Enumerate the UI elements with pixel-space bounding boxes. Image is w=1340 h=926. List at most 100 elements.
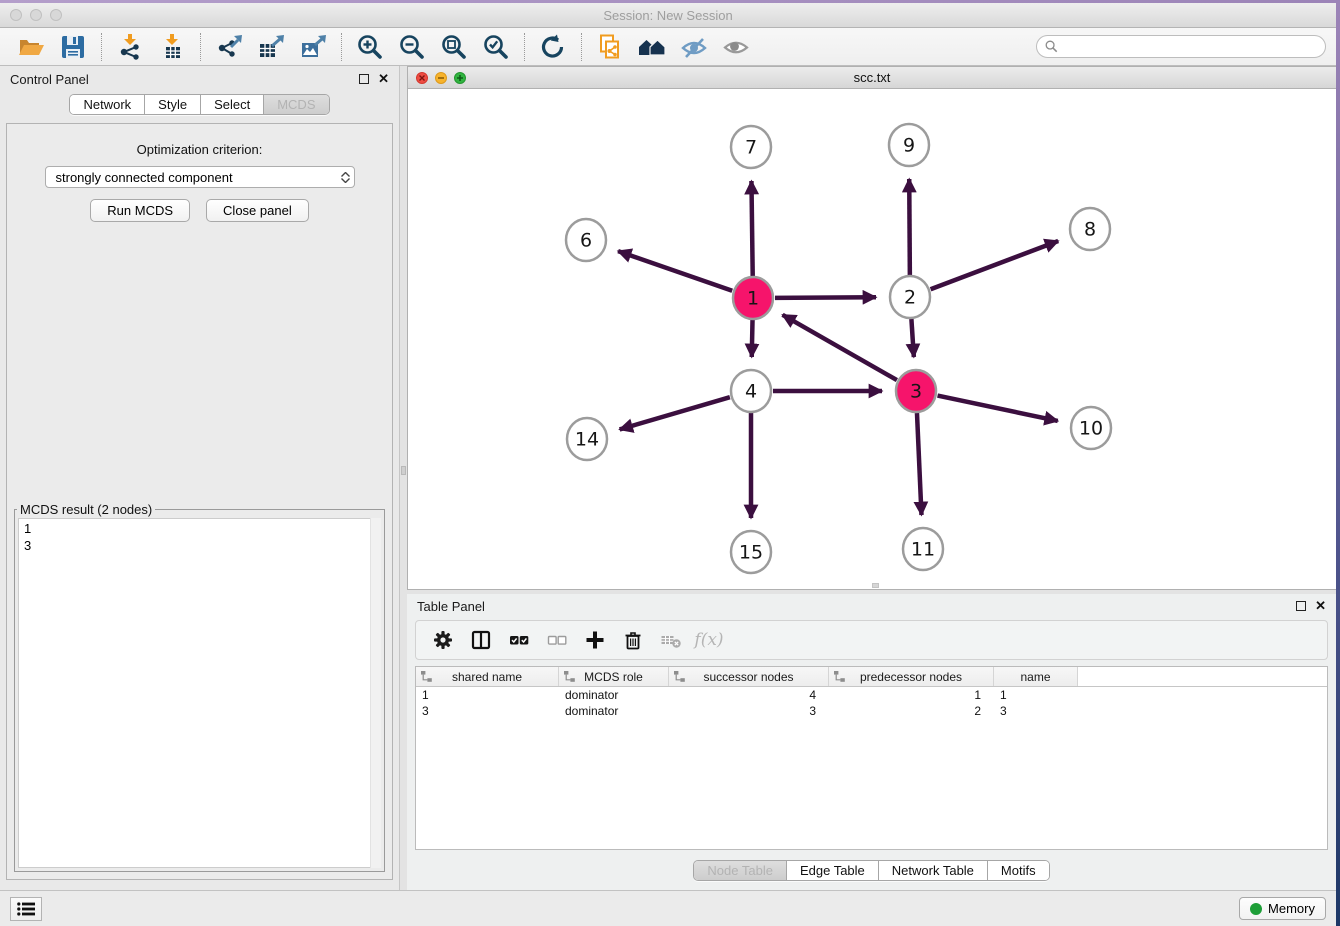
select-all-icon: [508, 629, 530, 651]
export-image-icon: [299, 33, 327, 61]
cell-successor-nodes[interactable]: 4: [669, 687, 829, 703]
canvas-grip[interactable]: [872, 583, 879, 588]
function-builder-button[interactable]: f(x): [690, 624, 728, 656]
float-panel-icon[interactable]: [359, 74, 369, 84]
divider-grip[interactable]: [401, 466, 406, 475]
save-session-button[interactable]: [52, 31, 94, 63]
show-panels-button[interactable]: [715, 31, 757, 63]
tab-mcds[interactable]: MCDS: [263, 95, 328, 114]
export-table-button[interactable]: [250, 31, 292, 63]
desktop-background: Session: New Session: [0, 0, 1340, 926]
tab-style[interactable]: Style: [144, 95, 200, 114]
select-all-button[interactable]: [500, 624, 538, 656]
delete-button[interactable]: [614, 624, 652, 656]
show-columns-button[interactable]: [462, 624, 500, 656]
graph-edge-4-14[interactable]: [620, 397, 730, 429]
tab-select[interactable]: Select: [200, 95, 263, 114]
import-table-button[interactable]: [151, 31, 193, 63]
apply-layout-button[interactable]: [532, 31, 574, 63]
tab-network-table[interactable]: Network Table: [878, 861, 987, 880]
cell-predecessor-nodes[interactable]: 2: [829, 703, 994, 719]
zoom-fit-button[interactable]: [433, 31, 475, 63]
duplicate-network-button[interactable]: [589, 31, 631, 63]
workspace: scc.txt 7968124314101511 Table Panel ✕: [407, 66, 1336, 890]
criterion-value: strongly connected component: [56, 170, 233, 185]
network-canvas[interactable]: 7968124314101511: [408, 89, 1336, 589]
graph-edge-3-10[interactable]: [938, 396, 1058, 421]
control-panel-title: Control Panel: [10, 72, 89, 87]
close-network-icon[interactable]: [416, 72, 428, 84]
table-row[interactable]: 1 dominator 4 1 1: [416, 687, 1327, 703]
criterion-select[interactable]: strongly connected component: [45, 166, 355, 188]
toolbar-separator: [524, 33, 525, 61]
close-panel-button[interactable]: Close panel: [206, 199, 309, 222]
home-icon: [638, 33, 666, 61]
minimize-network-icon[interactable]: [435, 72, 447, 84]
columns-icon: [470, 629, 492, 651]
delete-column-button[interactable]: [652, 624, 690, 656]
graph-edge-1-4[interactable]: [752, 320, 753, 357]
graph-edge-3-1[interactable]: [783, 315, 897, 380]
maximize-network-icon[interactable]: [454, 72, 466, 84]
graph-edge-1-7[interactable]: [751, 181, 752, 276]
control-panel-tabs: Network Style Select MCDS: [0, 94, 399, 115]
search-box: [1036, 35, 1326, 58]
column-header-name[interactable]: name: [994, 667, 1078, 686]
network-graph[interactable]: 7968124314101511: [408, 89, 1336, 589]
task-history-button[interactable]: [10, 897, 42, 921]
cell-shared-name[interactable]: 1: [416, 687, 559, 703]
table-tabs: Node Table Edge Table Network Table Moti…: [407, 850, 1336, 890]
close-panel-icon[interactable]: ✕: [378, 74, 389, 84]
result-scrollbar[interactable]: [370, 518, 381, 868]
optimization-label: Optimization criterion:: [137, 142, 263, 157]
cell-mcds-role[interactable]: dominator: [559, 687, 669, 703]
cell-successor-nodes[interactable]: 3: [669, 703, 829, 719]
graph-node-label-6: 6: [580, 230, 592, 252]
save-icon: [59, 33, 87, 61]
zoom-selected-button[interactable]: [475, 31, 517, 63]
cell-predecessor-nodes[interactable]: 1: [829, 687, 994, 703]
export-image-button[interactable]: [292, 31, 334, 63]
mcds-result-text[interactable]: 1 3: [18, 518, 381, 868]
run-mcds-button[interactable]: Run MCDS: [90, 199, 190, 222]
tab-network[interactable]: Network: [70, 95, 144, 114]
column-header-mcds-role[interactable]: MCDS role: [559, 667, 669, 686]
graph-edge-2-8[interactable]: [931, 241, 1059, 289]
memory-button[interactable]: Memory: [1239, 897, 1326, 920]
tab-motifs[interactable]: Motifs: [987, 861, 1049, 880]
search-input[interactable]: [1063, 40, 1317, 54]
graph-edge-2-9[interactable]: [909, 179, 910, 275]
home-button[interactable]: [631, 31, 673, 63]
table-row[interactable]: 3 dominator 3 2 3: [416, 703, 1327, 719]
panel-divider[interactable]: [400, 66, 407, 890]
open-folder-icon: [17, 33, 45, 61]
graph-edge-3-11[interactable]: [917, 413, 922, 515]
import-network-button[interactable]: [109, 31, 151, 63]
export-network-button[interactable]: [208, 31, 250, 63]
open-file-button[interactable]: [10, 31, 52, 63]
cell-shared-name[interactable]: 3: [416, 703, 559, 719]
cell-name[interactable]: 1: [994, 687, 1078, 703]
cell-name[interactable]: 3: [994, 703, 1078, 719]
zoom-in-button[interactable]: [349, 31, 391, 63]
tab-edge-table[interactable]: Edge Table: [786, 861, 878, 880]
add-column-button[interactable]: [576, 624, 614, 656]
column-header-predecessor-nodes[interactable]: predecessor nodes: [829, 667, 994, 686]
select-stepper-icon: [341, 172, 350, 183]
cell-mcds-role[interactable]: dominator: [559, 703, 669, 719]
zoom-out-button[interactable]: [391, 31, 433, 63]
graph-edge-1-2[interactable]: [775, 297, 876, 298]
float-table-panel-icon[interactable]: [1296, 601, 1306, 611]
tab-node-table[interactable]: Node Table: [694, 861, 786, 880]
table-settings-button[interactable]: [424, 624, 462, 656]
eye-icon: [722, 33, 750, 61]
column-header-successor-nodes[interactable]: successor nodes: [669, 667, 829, 686]
memory-status-icon: [1250, 903, 1262, 915]
column-header-shared-name[interactable]: shared name: [416, 667, 559, 686]
close-table-panel-icon[interactable]: ✕: [1315, 601, 1326, 611]
unselect-all-button[interactable]: [538, 624, 576, 656]
graph-edge-2-3[interactable]: [911, 319, 913, 357]
hide-panels-button[interactable]: [673, 31, 715, 63]
graph-edge-1-6[interactable]: [618, 251, 732, 291]
table-panel: Table Panel ✕: [407, 594, 1336, 890]
